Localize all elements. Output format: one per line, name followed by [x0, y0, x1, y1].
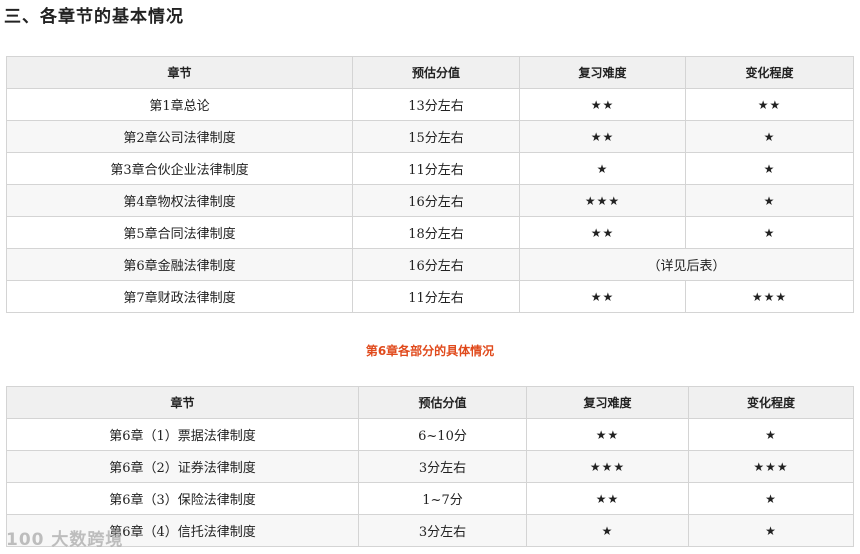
table-row: 第6章（3）保险法律制度 1~7分 ★★ ★: [6, 482, 854, 515]
header-change: 变化程度: [685, 56, 854, 89]
change-cell: ★★★: [685, 280, 854, 313]
score-cell: 3分左右: [358, 450, 527, 483]
chapter-cell: 第6章（3）保险法律制度: [6, 482, 359, 515]
change-cell: ★: [685, 216, 854, 249]
table-row: 第6章（1）票据法律制度 6~10分 ★★ ★: [6, 418, 854, 451]
score-cell: 16分左右: [352, 184, 520, 217]
header-difficulty: 复习难度: [526, 386, 689, 419]
change-cell: ★: [688, 418, 854, 451]
chapter-cell: 第7章财政法律制度: [6, 280, 353, 313]
chapter-cell: 第5章合同法律制度: [6, 216, 353, 249]
subtable-caption: 第6章各部分的具体情况: [365, 344, 495, 358]
difficulty-cell: ★★: [526, 482, 689, 515]
difficulty-cell: ★★★: [519, 184, 686, 217]
change-cell: ★: [685, 152, 854, 185]
score-cell: 18分左右: [352, 216, 520, 249]
change-cell: ★: [688, 514, 854, 547]
chapter-cell: 第1章总论: [6, 88, 353, 121]
table-header-row: 章节 预估分值 复习难度 变化程度: [6, 386, 854, 419]
difficulty-cell: ★★: [519, 88, 686, 121]
change-cell: ★: [685, 120, 854, 153]
difficulty-cell: ★★: [519, 280, 686, 313]
chapter-cell: 第4章物权法律制度: [6, 184, 353, 217]
merged-note-cell: （详见后表）: [519, 248, 854, 281]
chapter-cell: 第6章（4）信托法律制度: [6, 514, 359, 547]
difficulty-cell: ★: [519, 152, 686, 185]
header-difficulty: 复习难度: [519, 56, 686, 89]
table-row: 第7章财政法律制度 11分左右 ★★ ★★★: [6, 280, 854, 313]
change-cell: ★★: [685, 88, 854, 121]
change-cell: ★★★: [688, 450, 854, 483]
table-row: 第6章（4）信托法律制度 3分左右 ★ ★: [6, 514, 854, 547]
score-cell: 3分左右: [358, 514, 527, 547]
header-chapter: 章节: [6, 56, 353, 89]
change-cell: ★: [685, 184, 854, 217]
table-row: 第6章（2）证券法律制度 3分左右 ★★★ ★★★: [6, 450, 854, 483]
difficulty-cell: ★: [526, 514, 689, 547]
section-title: 三、各章节的基本情况: [4, 7, 184, 27]
table-row: 第4章物权法律制度 16分左右 ★★★ ★: [6, 184, 854, 217]
chapter6-detail-table: 章节 预估分值 复习难度 变化程度 第6章（1）票据法律制度 6~10分 ★★ …: [6, 386, 854, 547]
score-cell: 1~7分: [358, 482, 527, 515]
score-cell: 11分左右: [352, 152, 520, 185]
header-score: 预估分值: [352, 56, 520, 89]
difficulty-cell: ★★: [519, 216, 686, 249]
score-cell: 15分左右: [352, 120, 520, 153]
chapter-cell: 第6章（2）证券法律制度: [6, 450, 359, 483]
table-row: 第6章金融法律制度 16分左右 （详见后表）: [6, 248, 854, 281]
header-change: 变化程度: [688, 386, 854, 419]
score-cell: 16分左右: [352, 248, 520, 281]
chapter-cell: 第6章金融法律制度: [6, 248, 353, 281]
table-row: 第1章总论 13分左右 ★★ ★★: [6, 88, 854, 121]
difficulty-cell: ★★: [519, 120, 686, 153]
difficulty-cell: ★★★: [526, 450, 689, 483]
score-cell: 11分左右: [352, 280, 520, 313]
score-cell: 6~10分: [358, 418, 527, 451]
table-row: 第2章公司法律制度 15分左右 ★★ ★: [6, 120, 854, 153]
score-cell: 13分左右: [352, 88, 520, 121]
chapter-cell: 第6章（1）票据法律制度: [6, 418, 359, 451]
table-row: 第5章合同法律制度 18分左右 ★★ ★: [6, 216, 854, 249]
chapter-cell: 第2章公司法律制度: [6, 120, 353, 153]
header-chapter: 章节: [6, 386, 359, 419]
table-row: 第3章合伙企业法律制度 11分左右 ★ ★: [6, 152, 854, 185]
chapter-cell: 第3章合伙企业法律制度: [6, 152, 353, 185]
change-cell: ★: [688, 482, 854, 515]
difficulty-cell: ★★: [526, 418, 689, 451]
table-header-row: 章节 预估分值 复习难度 变化程度: [6, 56, 854, 89]
chapter-overview-table: 章节 预估分值 复习难度 变化程度 第1章总论 13分左右 ★★ ★★ 第2章公…: [6, 56, 854, 313]
header-score: 预估分值: [358, 386, 527, 419]
